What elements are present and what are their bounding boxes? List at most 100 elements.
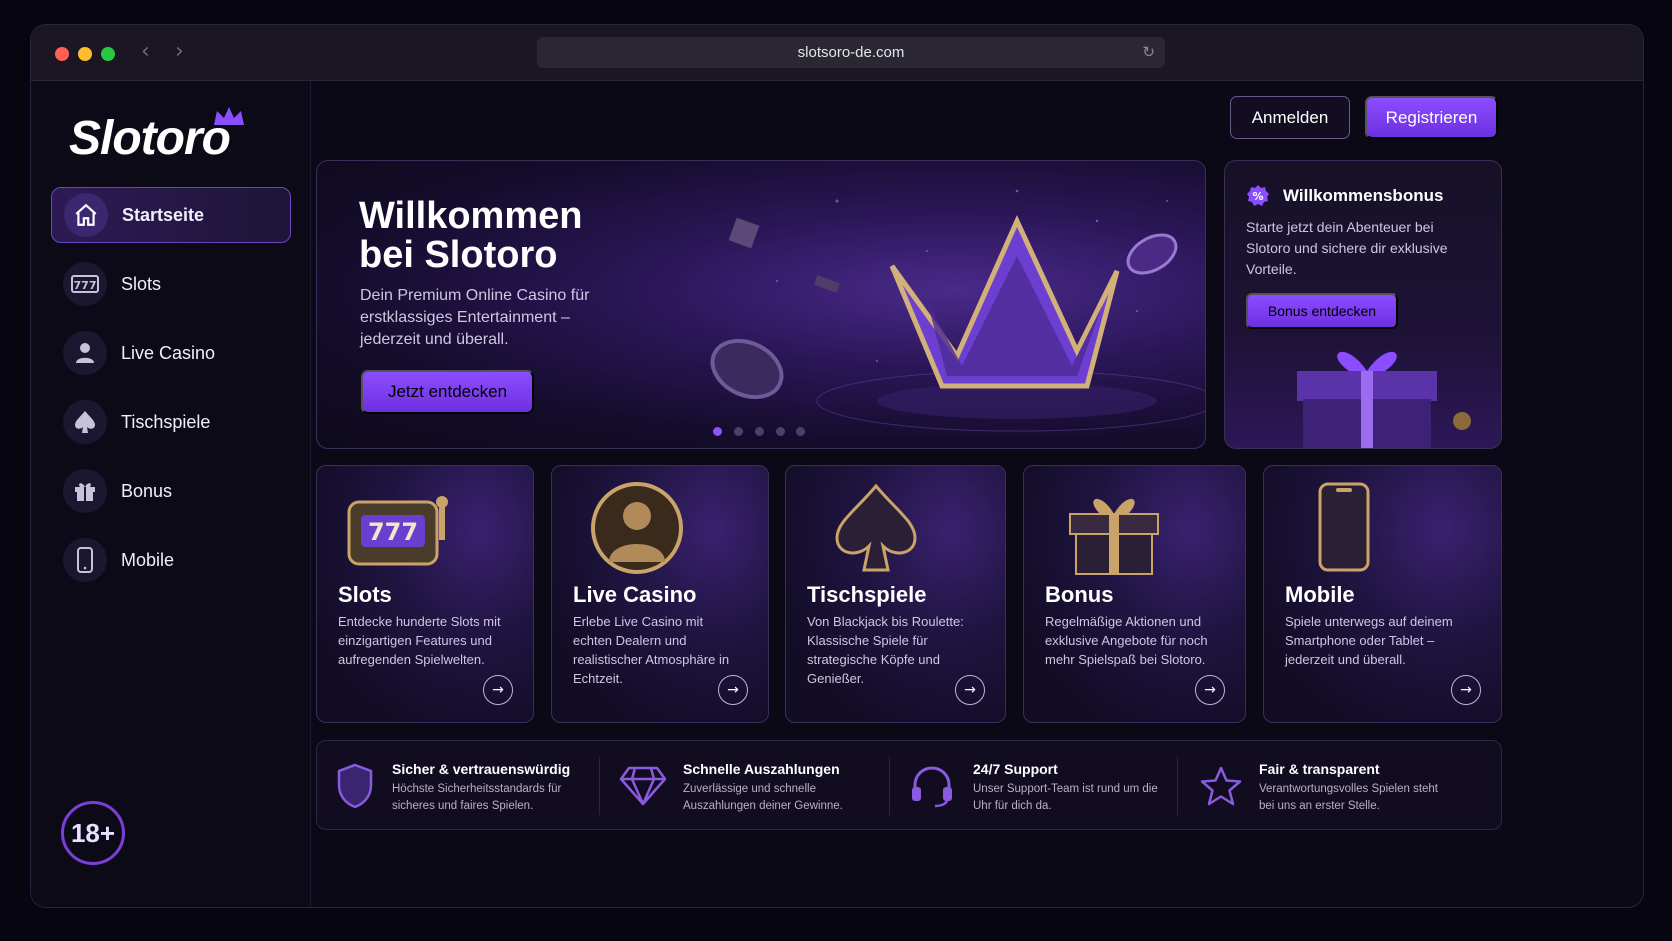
card-title: Mobile [1285,582,1355,607]
card-bonus[interactable]: Bonus Regelmäßige Aktionen und exklusive… [1023,465,1246,723]
logo[interactable]: Slotoro [69,111,231,166]
feature-title: 24/7 Support [973,761,1058,777]
star-icon [1200,766,1242,806]
hero-banner: Willkommen bei Slotoro Dein Premium Onli… [316,160,1206,449]
login-button[interactable]: Anmelden [1230,96,1350,139]
arrow-right-icon[interactable]: → [718,675,748,705]
feature-text: Unser Support-Team ist rund um die Uhr f… [973,783,1158,812]
card-mobile[interactable]: Mobile Spiele unterwegs auf deinem Smart… [1263,465,1502,723]
arrow-right-icon[interactable]: → [955,675,985,705]
card-title: Bonus [1045,582,1114,607]
card-title: Slots [338,582,392,607]
features-bar: Sicher & vertrauenswürdig Höchste Sicher… [316,740,1502,830]
close-window-button[interactable] [55,47,69,61]
card-text: Regelmäßige Aktionen und exklusive Angeb… [1045,614,1208,667]
bonus-panel-text: Starte jetzt dein Abenteuer bei Slotoro … [1246,219,1448,277]
hero-description: Dein Premium Online Casino für erstklass… [360,287,590,348]
gift-icon [1069,498,1159,575]
spade-icon [63,400,107,444]
hero-title-line1: Willkommen [359,195,583,237]
back-icon[interactable]: ‹ [141,39,150,64]
card-slots[interactable]: 777 Slots Entdecke hunderte Slots mit ei… [316,465,534,723]
welcome-bonus-panel: % Willkommensbonus Starte jetzt dein Abe… [1224,160,1502,449]
percent-badge-icon: % [1247,185,1269,206]
sidebar-item-label: Live Casino [121,342,216,363]
card-live-casino[interactable]: Live Casino Erlebe Live Casino mit echte… [551,465,769,723]
sidebar-item-tischspiele[interactable]: Tischspiele [51,394,291,450]
sidebar-item-label: Mobile [121,549,175,570]
dealer-icon [591,482,683,574]
sidebar-item-label: Startseite [122,204,205,225]
url-text: slotsoro-de.com [797,44,905,61]
feature-text: Zuverlässige und schnelle Auszahlungen d… [683,783,843,812]
gift-box-illustration [1297,351,1471,448]
phone-icon [63,538,107,582]
carousel-dot-3[interactable] [755,427,764,436]
home-icon [64,193,108,237]
carousel-dot-4[interactable] [776,427,785,436]
feature-title: Schnelle Auszahlungen [683,761,840,777]
sidebar-item-mobile[interactable]: Mobile [51,532,291,588]
dealer-icon [63,331,107,375]
bonus-panel-title: Willkommensbonus [1283,186,1444,205]
sidebar-item-startseite[interactable]: Startseite [51,187,291,243]
logo-text: Slotoro [69,112,231,165]
carousel-dot-5[interactable] [796,427,805,436]
age-badge-text: 18+ [70,817,116,848]
card-text: Spiele unterwegs auf deinem Smartphone o… [1285,614,1453,667]
headset-icon [912,766,952,808]
gift-icon [63,469,107,513]
hero-cta-button[interactable]: Jetzt entdecken [361,370,534,414]
divider [599,757,600,815]
divider [1177,757,1178,815]
feature-title: Sicher & vertrauenswürdig [392,761,571,777]
hero-title-line2: bei Slotoro [359,234,558,276]
minimize-window-button[interactable] [78,47,92,61]
arrow-right-icon[interactable]: → [1451,675,1481,705]
feature-title: Fair & transparent [1259,761,1380,777]
sidebar-item-bonus[interactable]: Bonus [51,463,291,519]
feature-item: 24/7 Support Unser Support-Team ist rund… [909,741,1179,831]
sidebar-item-label: Tischspiele [121,411,211,432]
reload-icon[interactable]: ↻ [1142,37,1155,68]
slot-machine-icon: 777 [347,496,448,566]
sidebar-item-label: Bonus [121,480,173,501]
sidebar: Slotoro Startseite 777 Slots Live Casino [31,81,311,907]
bonus-cta-button[interactable]: Bonus entdecken [1246,293,1398,329]
feature-item: Fair & transparent Verantwortungsvolles … [1199,741,1479,831]
forward-icon[interactable]: › [175,39,184,64]
card-text: Erlebe Live Casino mit echten Dealern un… [573,614,730,686]
card-text: Entdecke hunderte Slots mit einzigartige… [338,614,501,667]
sidebar-item-slots[interactable]: 777 Slots [51,256,291,312]
sidebar-item-label: Slots [121,273,162,294]
register-button[interactable]: Registrieren [1365,96,1498,139]
feature-text: Verantwortungsvolles Spielen steht bei u… [1259,783,1438,812]
maximize-window-button[interactable] [101,47,115,61]
spade-icon [835,483,917,572]
divider [889,757,890,815]
card-title: Tischspiele [807,582,927,607]
card-tischspiele[interactable]: Tischspiele Von Blackjack bis Roulette: … [785,465,1006,723]
browser-titlebar: ‹ › slotsoro-de.com ↻ [31,25,1643,81]
address-bar[interactable]: slotsoro-de.com ↻ [537,37,1165,68]
feature-item: Schnelle Auszahlungen Zuverlässige und s… [619,741,889,831]
feature-item: Sicher & vertrauenswürdig Höchste Sicher… [335,741,605,831]
age-restriction-badge: 18+ [61,801,125,865]
slot-777-icon: 777 [63,262,107,306]
carousel-dot-2[interactable] [734,427,743,436]
card-text: Von Blackjack bis Roulette: Klassische S… [807,614,964,686]
shield-icon [337,763,373,809]
card-title: Live Casino [573,582,697,607]
crown-icon [214,107,244,125]
phone-icon [1318,482,1370,572]
sidebar-item-live-casino[interactable]: Live Casino [51,325,291,381]
carousel-dot-1[interactable] [713,427,722,436]
svg-text:777: 777 [74,279,97,292]
arrow-right-icon[interactable]: → [483,675,513,705]
svg-text:%: % [1252,190,1263,203]
arrow-right-icon[interactable]: → [1195,675,1225,705]
diamond-icon [619,766,667,806]
hero-title: Willkommen bei Slotoro [359,197,582,275]
svg-text:777: 777 [368,518,418,546]
feature-text: Höchste Sicherheitsstandards für sichere… [392,783,562,812]
